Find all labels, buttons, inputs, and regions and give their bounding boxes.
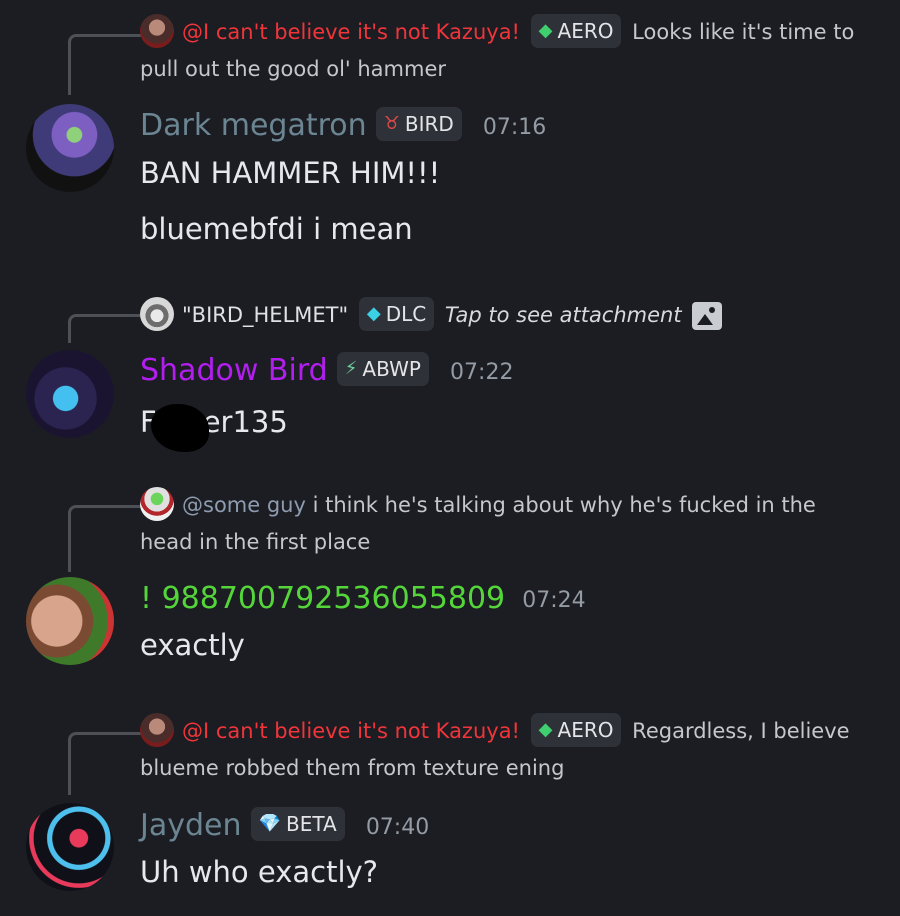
cyan-leaf-icon: ◆ — [366, 303, 381, 324]
redaction-scribble — [150, 404, 209, 452]
message-header: Dark megatron ♉ BIRD 07:16 — [140, 106, 546, 143]
username[interactable]: ! 988700792536055809 — [140, 581, 505, 616]
reply-connector — [68, 34, 141, 95]
reply-preview[interactable]: @I can't believe it's not Kazuya! ◆ AERO … — [140, 713, 870, 787]
message-line: BAN HAMMER HIM!!! — [140, 156, 441, 190]
message-line: Uh who exactly? — [140, 855, 379, 889]
reply-preview[interactable]: @I can't believe it's not Kazuya! ◆ AERO … — [140, 14, 870, 88]
message-line: exactly — [140, 628, 245, 662]
reply-preview[interactable]: "BIRD_HELMET" ◆ DLC Tap to see attachment — [140, 297, 870, 334]
reply-avatar[interactable] — [140, 713, 174, 747]
timestamp[interactable]: 07:22 — [450, 360, 513, 385]
message-header: Jayden 💎 BETA 07:40 — [140, 806, 429, 843]
reply-connector — [68, 732, 141, 795]
timestamp[interactable]: 07:40 — [366, 815, 429, 840]
green-leaf-icon: ◆ — [538, 719, 553, 740]
reply-author-mention[interactable]: @I can't believe it's not Kazuya! — [182, 20, 520, 44]
reply-avatar[interactable] — [140, 14, 174, 48]
reply-author-mention[interactable]: @I can't believe it's not Kazuya! — [182, 719, 520, 743]
reply-preview[interactable]: @some guy i think he's talking about why… — [140, 487, 870, 561]
role-tag: ♉ BIRD — [375, 106, 462, 141]
lightning-icon: ⚡ — [344, 357, 358, 379]
message-header: ! 988700792536055809 07:24 — [140, 581, 586, 616]
reply-connector — [68, 505, 141, 572]
message-line: Fer135 — [140, 400, 288, 452]
avatar[interactable] — [26, 350, 114, 438]
username[interactable]: Dark megatron — [140, 108, 367, 143]
reply-author[interactable]: "BIRD_HELMET" — [182, 303, 348, 327]
reply-avatar[interactable] — [140, 297, 174, 331]
avatar[interactable] — [26, 577, 114, 665]
reply-text[interactable]: Tap to see attachment — [445, 303, 682, 327]
role-tag: 💎 BETA — [250, 806, 345, 841]
message-line: bluemebfdi i mean — [140, 212, 413, 246]
username[interactable]: Shadow Bird — [140, 353, 328, 388]
red-bull-icon: ♉ — [383, 112, 400, 134]
image-icon — [691, 302, 722, 330]
timestamp[interactable]: 07:24 — [522, 588, 585, 613]
green-leaf-icon: ◆ — [538, 20, 553, 41]
avatar[interactable] — [26, 803, 114, 891]
reply-author-mention[interactable]: @some guy — [182, 493, 306, 517]
reply-role-tag: ◆ AERO — [530, 713, 622, 747]
message-header: Shadow Bird ⚡ ABWP 07:22 — [140, 351, 513, 388]
reply-role-tag: ◆ AERO — [530, 14, 622, 48]
username[interactable]: Jayden — [140, 808, 242, 843]
diamond-icon: 💎 — [258, 812, 282, 834]
reply-role-tag: ◆ DLC — [358, 297, 435, 331]
reply-connector — [68, 314, 141, 343]
role-tag: ⚡ ABWP — [336, 351, 429, 386]
avatar[interactable] — [26, 104, 114, 192]
reply-avatar[interactable] — [140, 487, 174, 521]
timestamp[interactable]: 07:16 — [483, 115, 546, 140]
